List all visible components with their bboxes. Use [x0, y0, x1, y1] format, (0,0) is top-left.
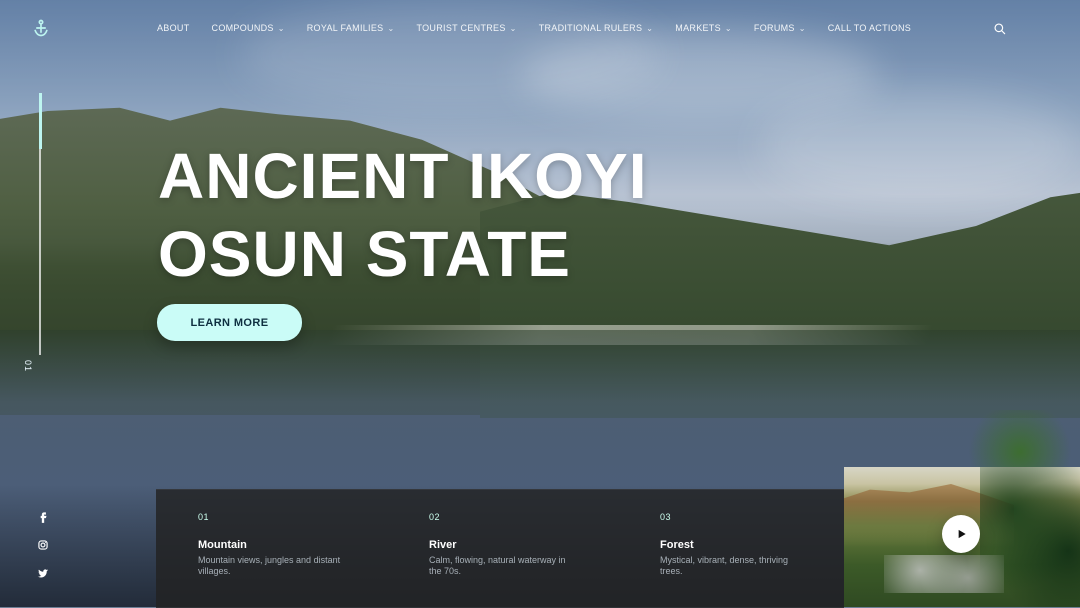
feature-description: Mystical, vibrant, dense, thriving trees…: [660, 555, 789, 576]
feature-description: Calm, flowing, natural waterway in the 7…: [429, 555, 566, 576]
chevron-down-icon: ⌄: [798, 23, 806, 33]
nav-label: CALL TO ACTIONS: [827, 23, 912, 33]
nav-royal-families[interactable]: ROYAL FAMILIES ⌄: [307, 19, 395, 37]
main-nav: ABOUT COMPOUNDS ⌄ ROYAL FAMILIES ⌄ TOURI…: [157, 19, 933, 37]
nav-about[interactable]: ABOUT: [157, 19, 190, 37]
chevron-down-icon: ⌄: [509, 23, 517, 33]
nav-call-to-actions[interactable]: CALL TO ACTIONS: [828, 19, 911, 37]
feature-number: 03: [660, 512, 672, 522]
headline-line-2: OSUN STATE: [158, 218, 571, 290]
nav-label: COMPOUNDS: [211, 23, 274, 33]
chevron-down-icon: ⌄: [277, 23, 285, 33]
feature-number: 02: [429, 512, 441, 522]
twitter-icon[interactable]: [36, 566, 50, 580]
feature-title: River: [429, 539, 457, 551]
headline-line-1: ANCIENT IKOYI: [158, 140, 648, 212]
instagram-icon[interactable]: [36, 538, 50, 552]
nav-label: TRADITIONAL RULERS: [538, 23, 643, 33]
slide-progress-fill: [39, 93, 42, 149]
nav-traditional-rulers[interactable]: TRADITIONAL RULERS ⌄: [539, 19, 654, 37]
feature-panel: 01 Mountain Mountain views, jungles and …: [156, 489, 844, 608]
nav-tourist-centres[interactable]: TOURIST CENTRES ⌄: [416, 19, 516, 37]
nav-markets[interactable]: MARKETS ⌄: [675, 19, 732, 37]
feature-title: Forest: [660, 539, 694, 551]
nav-label: ROYAL FAMILIES: [306, 23, 384, 33]
nav-label: MARKETS: [675, 23, 721, 33]
chevron-down-icon: ⌄: [387, 23, 395, 33]
learn-more-button[interactable]: LEARN MORE: [157, 304, 302, 341]
play-button[interactable]: [942, 515, 980, 553]
nav-compounds[interactable]: COMPOUNDS ⌄: [212, 19, 285, 37]
slide-number: 01: [23, 360, 33, 373]
play-icon: [958, 529, 966, 539]
anchor-icon[interactable]: [31, 18, 51, 38]
chevron-down-icon: ⌄: [646, 23, 654, 33]
video-rocks: [884, 555, 1004, 593]
nav-label: TOURIST CENTRES: [416, 23, 506, 33]
nav-label: ABOUT: [157, 23, 190, 33]
top-navigation: ABOUT COMPOUNDS ⌄ ROYAL FAMILIES ⌄ TOURI…: [0, 0, 1080, 56]
search-icon[interactable]: [993, 22, 1007, 36]
chevron-down-icon: ⌄: [724, 23, 732, 33]
feature-title: Mountain: [198, 539, 247, 551]
learn-more-label: LEARN MORE: [190, 316, 269, 329]
nav-label: FORUMS: [753, 23, 795, 33]
feature-number: 01: [198, 512, 210, 522]
sky-cloud: [760, 90, 1080, 200]
feature-description: Mountain views, jungles and distant vill…: [198, 555, 341, 576]
facebook-icon[interactable]: [36, 510, 50, 524]
page-title: ANCIENT IKOYI OSUN STATE: [158, 137, 647, 293]
nav-forums[interactable]: FORUMS ⌄: [754, 19, 806, 37]
social-links: [36, 510, 50, 580]
